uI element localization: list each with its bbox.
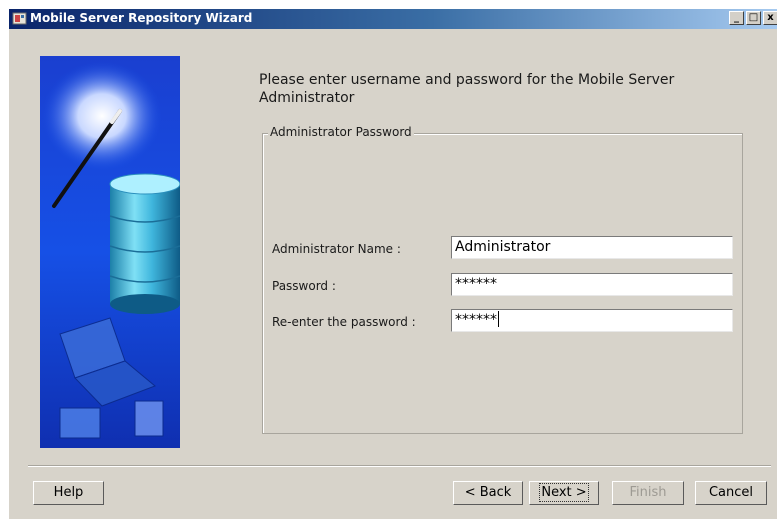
help-button-label: Help (53, 485, 84, 500)
next-button[interactable]: Next > (529, 481, 599, 505)
next-button-label: Next > (539, 483, 589, 502)
wizard-side-illustration (40, 56, 180, 448)
window-title: Mobile Server Repository Wizard (30, 11, 253, 25)
password-label: Password : (272, 279, 336, 293)
maximize-button[interactable]: □ (746, 11, 761, 25)
password-value: ****** (455, 276, 497, 292)
footer-separator (28, 465, 771, 467)
help-button[interactable]: Help (33, 481, 104, 505)
finish-button[interactable]: Finish (612, 481, 684, 505)
window-controls: _ □ x (729, 11, 777, 25)
minimize-button[interactable]: _ (729, 11, 744, 25)
group-legend: Administrator Password (268, 125, 414, 139)
close-button[interactable]: x (763, 11, 777, 25)
reenter-password-value: ****** (455, 312, 497, 328)
back-button[interactable]: < Back (453, 481, 523, 505)
text-caret (498, 311, 499, 327)
admin-name-label: Administrator Name : (272, 242, 401, 256)
wizard-window: Mobile Server Repository Wizard _ □ x Pl… (8, 8, 777, 519)
title-bar[interactable]: Mobile Server Repository Wizard _ □ x (9, 9, 777, 29)
admin-name-input[interactable]: Administrator (451, 236, 733, 259)
cancel-button[interactable]: Cancel (695, 481, 767, 505)
back-button-label: < Back (464, 485, 512, 500)
app-icon (12, 12, 27, 25)
password-input[interactable]: ****** (451, 273, 733, 296)
finish-button-label: Finish (629, 485, 667, 500)
reenter-password-label: Re-enter the password : (272, 315, 416, 329)
reenter-password-input[interactable]: ****** (451, 309, 733, 332)
intro-text: Please enter username and password for t… (259, 72, 675, 106)
admin-name-value: Administrator (455, 239, 551, 255)
cancel-button-label: Cancel (708, 485, 754, 500)
